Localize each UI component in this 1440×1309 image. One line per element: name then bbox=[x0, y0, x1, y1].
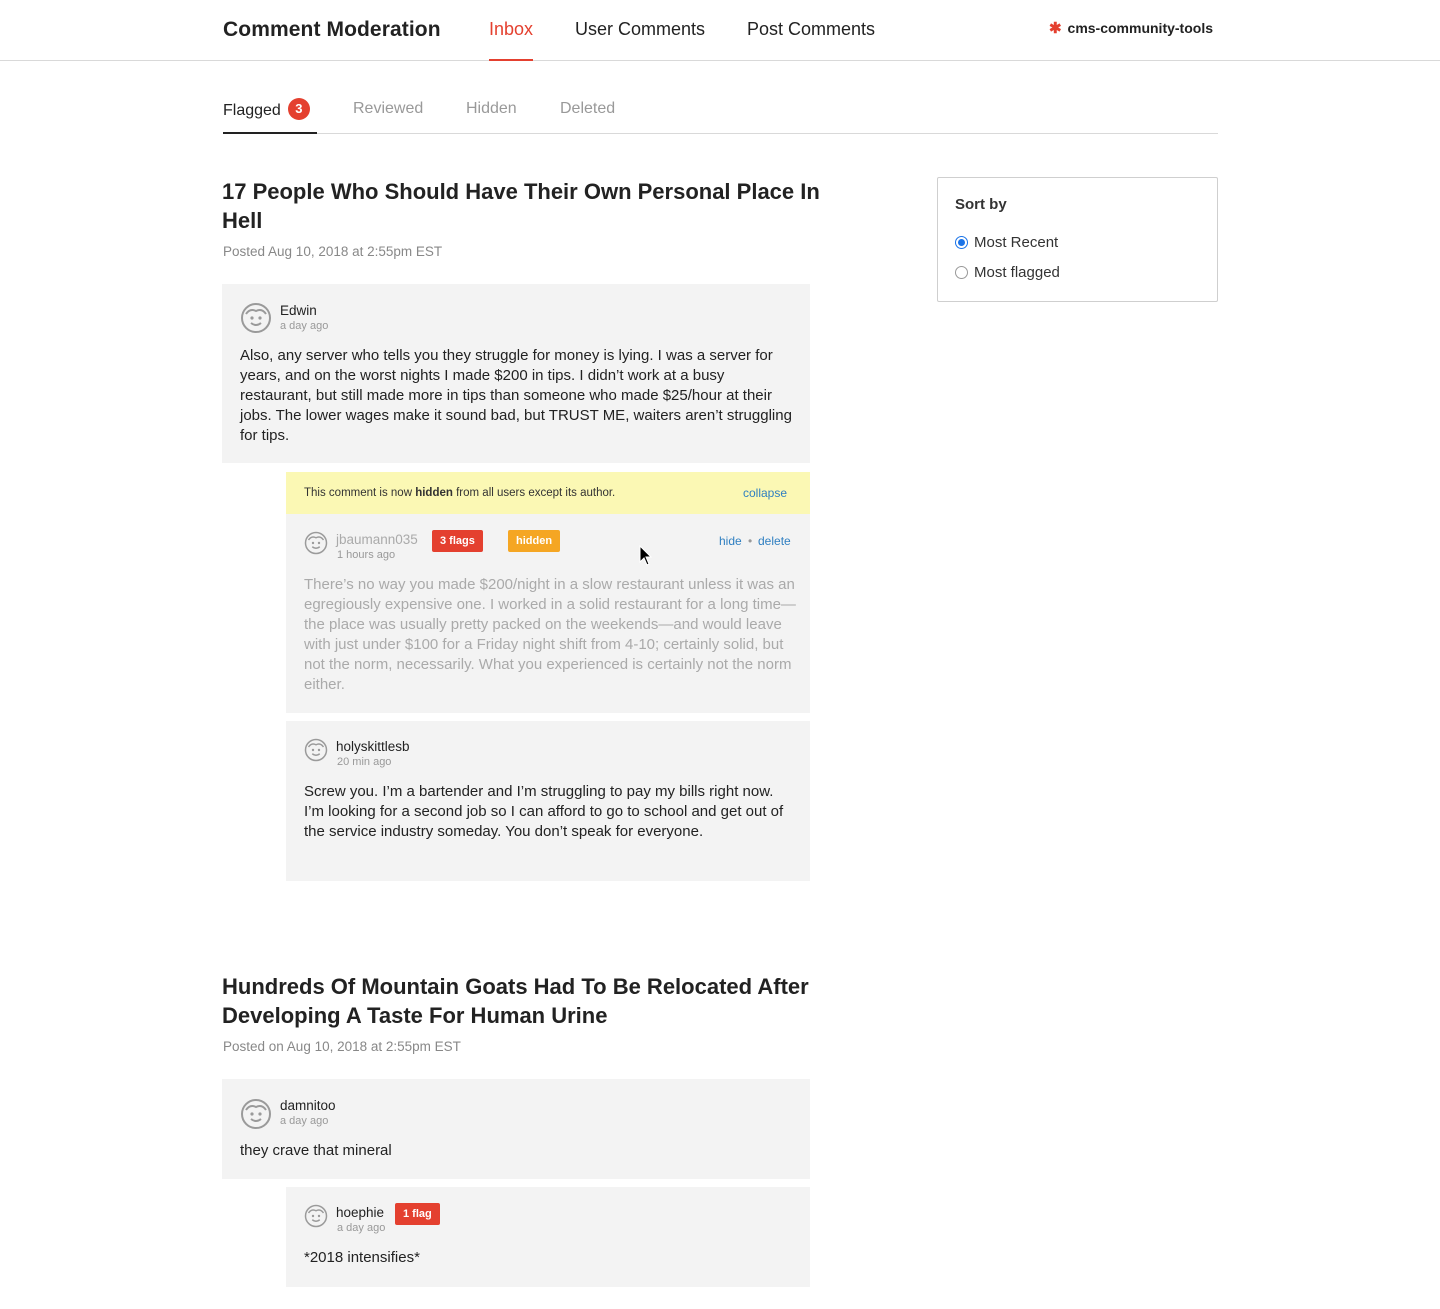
brand-label: cms-community-tools bbox=[1067, 20, 1213, 36]
post-title[interactable]: 17 People Who Should Have Their Own Pers… bbox=[222, 177, 822, 235]
asterisk-logo-icon: ✱ bbox=[1048, 19, 1062, 37]
post-title[interactable]: Hundreds Of Mountain Goats Had To Be Rel… bbox=[222, 972, 822, 1030]
comment-body: Also, any server who tells you they stru… bbox=[240, 347, 792, 444]
subtab-flagged-label: Flagged bbox=[223, 102, 281, 119]
reply-card: holyskittlesb 20 min ago Screw you. I’m … bbox=[286, 721, 810, 881]
delete-link[interactable]: delete bbox=[758, 534, 791, 548]
reply-body: Screw you. I’m a bartender and I’m strug… bbox=[304, 783, 784, 840]
post-date: Posted on Aug 10, 2018 at 2:55pm EST bbox=[223, 1039, 461, 1054]
reply-timestamp: 1 hours ago bbox=[337, 549, 396, 561]
sort-panel: Sort by Most Recent Most flagged bbox=[937, 177, 1218, 302]
reply-body: *2018 intensifies* bbox=[304, 1249, 420, 1266]
subtab-deleted[interactable]: Deleted bbox=[560, 100, 615, 134]
comment-card: Edwin a day ago Also, any server who tel… bbox=[222, 284, 810, 463]
brand-link[interactable]: ✱ cms-community-tools bbox=[1049, 20, 1213, 36]
comment-timestamp: a day ago bbox=[280, 1115, 329, 1127]
reply-body: There’s no way you made $200/night in a … bbox=[304, 576, 796, 693]
avatar-icon bbox=[304, 1204, 328, 1228]
reply-timestamp: a day ago bbox=[337, 1222, 386, 1234]
reply-username[interactable]: jbaumann035 bbox=[336, 532, 418, 547]
hidden-notice-bar: This comment is now hidden from all user… bbox=[286, 472, 810, 514]
comment-timestamp: a day ago bbox=[280, 320, 329, 332]
sort-option-label: Most flagged bbox=[974, 263, 1060, 281]
avatar-icon bbox=[304, 531, 328, 555]
mouse-cursor-icon bbox=[639, 545, 653, 566]
comment-username[interactable]: damnitoo bbox=[280, 1098, 336, 1113]
action-separator: • bbox=[748, 534, 753, 548]
reply-username[interactable]: hoephie bbox=[336, 1205, 384, 1220]
top-navigation-bar: Comment Moderation Inbox User Comments P… bbox=[0, 0, 1440, 61]
avatar-icon bbox=[304, 738, 328, 762]
flag-count-badge: 1 flag bbox=[395, 1203, 440, 1225]
sort-option-label: Most Recent bbox=[974, 233, 1059, 251]
reply-card-hidden: jbaumann035 1 hours ago 3 flags hidden h… bbox=[286, 514, 810, 713]
reply-card: hoephie a day ago 1 flag *2018 intensifi… bbox=[286, 1187, 810, 1287]
avatar-icon bbox=[241, 1099, 271, 1129]
flagged-count-badge: 3 bbox=[287, 98, 310, 120]
hidden-notice-text: This comment is now hidden from all user… bbox=[304, 487, 616, 499]
subtab-flagged[interactable]: Flagged 3 bbox=[223, 98, 317, 134]
avatar-icon bbox=[241, 303, 271, 333]
flag-count-badge: 3 flags bbox=[432, 530, 483, 552]
collapse-link[interactable]: collapse bbox=[743, 486, 787, 500]
comment-body: they crave that mineral bbox=[240, 1142, 392, 1159]
tab-inbox[interactable]: Inbox bbox=[489, 19, 534, 61]
radio-unchecked-icon[interactable] bbox=[955, 265, 968, 279]
subtab-reviewed[interactable]: Reviewed bbox=[353, 100, 423, 134]
reply-timestamp: 20 min ago bbox=[337, 756, 392, 768]
subtab-hidden[interactable]: Hidden bbox=[466, 100, 517, 134]
sort-title: Sort by bbox=[955, 196, 1007, 213]
comment-username[interactable]: Edwin bbox=[280, 303, 317, 318]
sort-option-most-recent[interactable]: Most Recent bbox=[955, 227, 1200, 257]
app-title: Comment Moderation bbox=[223, 18, 441, 41]
comment-card: damnitoo a day ago they crave that miner… bbox=[222, 1079, 810, 1179]
reply-username[interactable]: holyskittlesb bbox=[336, 739, 410, 754]
hidden-status-badge: hidden bbox=[508, 530, 561, 552]
sort-option-most-flagged[interactable]: Most flagged bbox=[955, 257, 1200, 287]
radio-checked-icon[interactable] bbox=[955, 235, 968, 249]
status-subtabs: Flagged 3 Reviewed Hidden Deleted bbox=[223, 96, 1218, 134]
post-date: Posted Aug 10, 2018 at 2:55pm EST bbox=[223, 244, 443, 259]
tab-user-comments[interactable]: User Comments bbox=[575, 19, 705, 61]
tab-post-comments[interactable]: Post Comments bbox=[747, 19, 875, 61]
hide-link[interactable]: hide bbox=[719, 534, 742, 548]
